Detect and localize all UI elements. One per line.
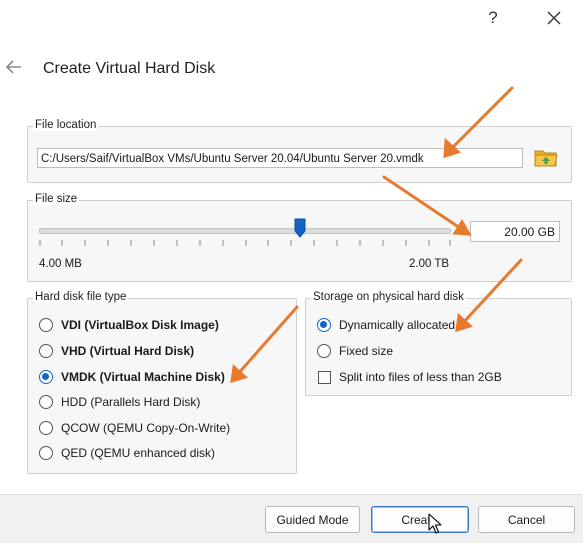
min-size-label: 4.00 MB bbox=[39, 258, 82, 270]
radio-label: VDI (VirtualBox Disk Image) bbox=[61, 318, 219, 332]
folder-icon bbox=[534, 150, 558, 167]
radio-qed[interactable]: QED (QEMU enhanced disk) bbox=[39, 446, 215, 460]
file-size-slider-track[interactable] bbox=[39, 228, 451, 234]
radio-label: Fixed size bbox=[339, 344, 394, 358]
back-button[interactable] bbox=[4, 57, 26, 77]
disk-type-label: Hard disk file type bbox=[33, 291, 129, 303]
radio-label: VMDK (Virtual Machine Disk) bbox=[61, 370, 225, 384]
cancel-button[interactable]: Cancel bbox=[478, 506, 575, 533]
create-button[interactable]: Creat bbox=[371, 506, 469, 533]
file-size-slider-thumb[interactable] bbox=[294, 218, 306, 238]
radio-label: QED (QEMU enhanced disk) bbox=[61, 446, 216, 460]
file-location-label: File location bbox=[33, 119, 99, 131]
radio-circle bbox=[39, 446, 53, 460]
radio-fixed-size[interactable]: Fixed size bbox=[317, 344, 393, 358]
folder-button[interactable] bbox=[533, 146, 559, 170]
storage-label: Storage on physical hard disk bbox=[311, 291, 466, 303]
radio-hdd[interactable]: HDD (Parallels Hard Disk) bbox=[39, 395, 200, 409]
max-size-label: 2.00 TB bbox=[409, 258, 450, 270]
help-button[interactable]: ? bbox=[481, 6, 505, 30]
close-icon bbox=[547, 11, 561, 25]
radio-circle-selected bbox=[39, 370, 53, 384]
radio-circle bbox=[39, 395, 53, 409]
split-files-checkbox[interactable]: Split into files of less than 2GB bbox=[318, 370, 502, 384]
guided-mode-button[interactable]: Guided Mode bbox=[265, 506, 360, 533]
radio-vhd[interactable]: VHD (Virtual Hard Disk) bbox=[39, 344, 194, 358]
radio-vdi[interactable]: VDI (VirtualBox Disk Image) bbox=[39, 318, 219, 332]
radio-circle-selected bbox=[317, 318, 331, 332]
back-arrow-icon bbox=[5, 60, 21, 74]
radio-qcow[interactable]: QCOW (QEMU Copy-On-Write) bbox=[39, 421, 230, 435]
file-size-label: File size bbox=[33, 193, 80, 205]
radio-label: VHD (Virtual Hard Disk) bbox=[61, 344, 195, 358]
mouse-cursor-icon bbox=[428, 513, 442, 534]
checkbox-box bbox=[318, 370, 331, 384]
checkbox-label: Split into files of less than 2GB bbox=[339, 370, 502, 384]
page-title: Create Virtual Hard Disk bbox=[43, 60, 216, 77]
file-path-input[interactable]: C:/Users/Saif/VirtualBox VMs/Ubuntu Serv… bbox=[37, 148, 523, 168]
radio-label: Dynamically allocated bbox=[339, 318, 456, 332]
radio-circle bbox=[317, 344, 331, 358]
radio-circle bbox=[39, 318, 53, 332]
radio-circle bbox=[39, 421, 53, 435]
create-label: Creat bbox=[401, 512, 431, 527]
radio-vmdk[interactable]: VMDK (Virtual Machine Disk) bbox=[39, 370, 225, 384]
radio-circle bbox=[39, 344, 53, 358]
file-size-input[interactable]: 20.00 GB bbox=[470, 221, 560, 242]
slider-ticks bbox=[39, 240, 451, 246]
close-button[interactable] bbox=[542, 6, 566, 30]
guided-mode-label: Guided Mode bbox=[276, 512, 349, 527]
cancel-label: Cancel bbox=[507, 512, 546, 527]
radio-dynamically-allocated[interactable]: Dynamically allocated bbox=[317, 318, 455, 332]
radio-label: HDD (Parallels Hard Disk) bbox=[61, 395, 201, 409]
radio-label: QCOW (QEMU Copy-On-Write) bbox=[61, 421, 231, 435]
help-icon: ? bbox=[488, 8, 498, 27]
